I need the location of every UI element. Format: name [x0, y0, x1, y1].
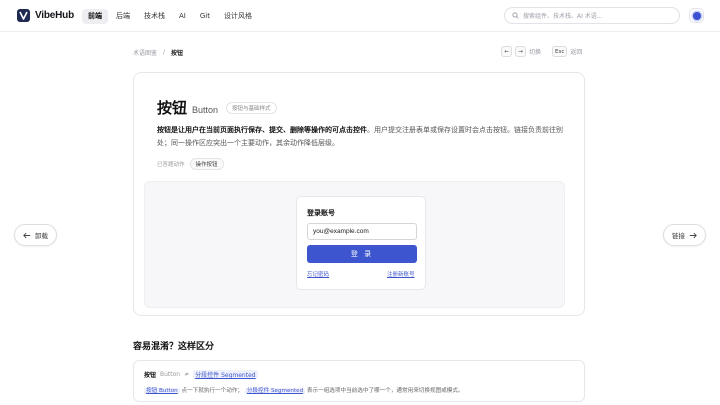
nav-item-git[interactable]: Git — [194, 9, 216, 24]
explain-term-b-link[interactable]: 分段控件 Segmented — [244, 388, 306, 394]
main-nav: 前端 后端 技术栈 AI Git 设计风格 — [82, 9, 258, 24]
next-key-button[interactable]: → — [515, 46, 526, 57]
term-a-en: Button — [160, 371, 181, 378]
nav-item-design[interactable]: 设计风格 — [218, 9, 258, 24]
nav-item-ai[interactable]: AI — [173, 9, 192, 24]
prev-term-button[interactable]: 卸载 — [14, 224, 57, 246]
tag-chip[interactable]: 操作按钮 — [189, 158, 224, 170]
explain-mid: 点一下就执行一个动作； — [181, 388, 244, 394]
next-term-button[interactable]: 链接 — [663, 224, 706, 246]
top-header: VibeHub 前端 后端 技术栈 AI Git 设计风格 搜索组件、技术栈、A… — [0, 0, 720, 32]
search-placeholder: 搜索组件、技术栈、AI 术语... — [523, 13, 603, 20]
search-icon — [512, 12, 519, 19]
brand-logo[interactable]: VibeHub — [17, 9, 74, 22]
explain-rest: 表示一组选项中当前选中了哪一个，通常用来切换视图或模式。 — [306, 388, 464, 394]
nav-item-frontend[interactable]: 前端 — [82, 9, 108, 24]
explain-term-a-link[interactable]: 按钮 Button — [144, 388, 180, 394]
prev-key-button[interactable]: ← — [501, 46, 512, 57]
login-title: 登录账号 — [307, 209, 335, 217]
brand-name: VibeHub — [35, 10, 74, 21]
search-input[interactable]: 搜索组件、技术栈、AI 术语... — [504, 7, 680, 24]
demo-area: 登录账号 you@example.com 登 录 忘记密码 注册新账号 — [144, 181, 565, 308]
switch-label: 切换 — [529, 49, 542, 56]
breadcrumb-separator: / — [163, 49, 166, 56]
next-term-label: 链接 — [672, 232, 685, 240]
term-title: 按钮 — [157, 99, 188, 117]
term-b-link[interactable]: 分段控件 Segmented — [193, 370, 258, 379]
arrow-left-icon — [23, 232, 31, 238]
login-form: 登录账号 you@example.com 登 录 忘记密码 注册新账号 — [296, 196, 426, 290]
esc-key-button[interactable]: Esc — [552, 46, 568, 57]
keyboard-pager: ← → 切换 Esc 返回 — [501, 46, 582, 57]
comparison-header: 按钮 Button ≠ 分段控件 Segmented — [144, 370, 258, 379]
not-equal-sign: ≠ — [184, 371, 190, 378]
category-badge: 按钮与基础样式 — [226, 102, 277, 114]
breadcrumb-parent[interactable]: 术语图鉴 — [133, 48, 157, 57]
term-title-en: Button — [192, 105, 219, 115]
confusion-section-title: 容易混淆？这样区分 — [133, 342, 215, 352]
back-label: 返回 — [570, 49, 583, 56]
logo-icon — [17, 9, 30, 22]
prev-term-label: 卸载 — [35, 232, 48, 240]
term-card: 按钮 Button 按钮与基础样式 按钮是让用户在当前页面执行保存、提交、删除等… — [133, 72, 585, 316]
theme-toggle-button[interactable] — [689, 8, 704, 23]
login-button[interactable]: 登 录 — [307, 245, 417, 263]
nav-item-techstack[interactable]: 技术栈 — [138, 9, 171, 24]
nav-item-backend[interactable]: 后端 — [110, 9, 136, 24]
term-description-bold: 按钮是让用户在当前页面执行保存、提交、删除等操作的可点击控件 — [157, 126, 367, 134]
comparison-explanation: 按钮 Button 点一下就执行一个动作； 分段控件 Segmented 表示一… — [144, 386, 464, 394]
arrow-right-icon — [689, 232, 697, 238]
term-a-name: 按钮 — [144, 372, 157, 379]
email-field[interactable]: you@example.com — [307, 223, 417, 240]
term-title-row: 按钮 Button 按钮与基础样式 — [157, 97, 277, 118]
breadcrumb: 术语图鉴 / 按钮 — [133, 48, 183, 57]
term-description: 按钮是让用户在当前页面执行保存、提交、删除等操作的可点击控件。用户提交注册表单或… — [157, 124, 569, 150]
breadcrumb-current: 按钮 — [171, 50, 184, 57]
register-link[interactable]: 注册新账号 — [387, 270, 415, 278]
forgot-password-link[interactable]: 忘记密码 — [307, 270, 329, 278]
comparison-card: 按钮 Button ≠ 分段控件 Segmented 按钮 Button 点一下… — [133, 360, 585, 402]
tags-row: 已答题动作 操作按钮 — [157, 158, 224, 170]
theme-dot-icon — [692, 11, 701, 20]
tags-label: 已答题动作 — [157, 162, 185, 168]
